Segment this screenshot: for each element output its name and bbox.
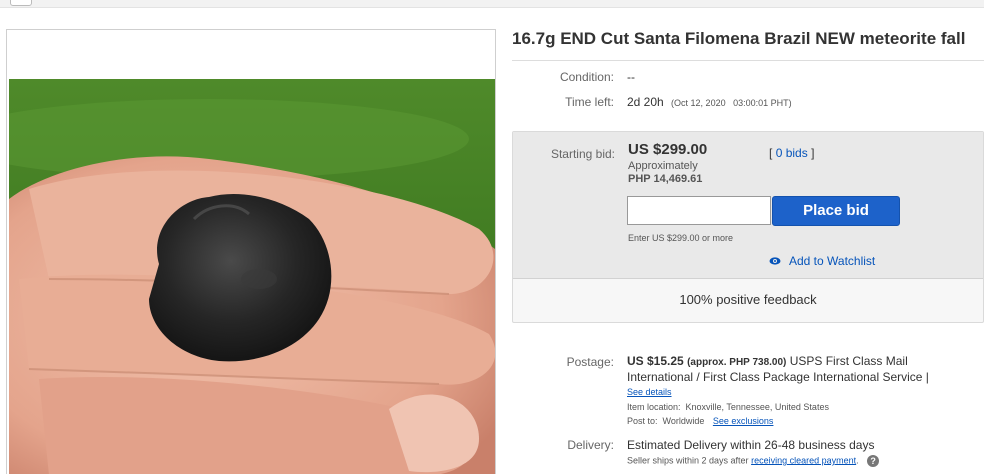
tab-stub bbox=[10, 0, 32, 6]
postage-approx: (approx. PHP 738.00) bbox=[687, 357, 787, 368]
post-to-row: Post to: Worldwide See exclusions bbox=[627, 414, 977, 428]
meteorite-in-hand-image bbox=[9, 79, 495, 474]
post-to: Post to: Worldwide bbox=[627, 416, 705, 426]
postage-details: US $15.25 (approx. PHP 738.00) USPS Firs… bbox=[627, 354, 977, 428]
delivery-value: Estimated Delivery within 26-48 business… bbox=[627, 438, 875, 452]
place-bid-button[interactable]: Place bid bbox=[772, 196, 900, 226]
time-left-row: 2d 20h (Oct 12, 2020 03:00:01 PHT) bbox=[627, 95, 792, 109]
time-left-label: Time left: bbox=[565, 95, 614, 109]
listing-title: 16.7g END Cut Santa Filomena Brazil NEW … bbox=[512, 29, 966, 48]
cleared-payment-link[interactable]: receiving cleared payment bbox=[751, 455, 856, 465]
condition-label: Condition: bbox=[559, 70, 614, 84]
service-line-2: International / First Class Package Inte… bbox=[627, 370, 929, 384]
help-icon[interactable]: ? bbox=[867, 455, 880, 467]
approx-php-price: PHP 14,469.61 bbox=[628, 173, 703, 185]
bid-box: Starting bid: US $299.00 Approximately P… bbox=[512, 131, 984, 323]
period: . bbox=[856, 455, 859, 466]
bid-box-top: Starting bid: US $299.00 Approximately P… bbox=[513, 132, 983, 279]
starting-bid-price: US $299.00 bbox=[628, 141, 708, 158]
see-details-link[interactable]: See details bbox=[627, 387, 672, 397]
see-exclusions-link[interactable]: See exclusions bbox=[713, 416, 774, 426]
eye-icon bbox=[769, 257, 781, 265]
bids-count: [ 0 bids ] bbox=[769, 146, 814, 160]
add-to-watchlist-link[interactable]: Add to Watchlist bbox=[769, 254, 875, 268]
watchlist-label: Add to Watchlist bbox=[789, 254, 876, 268]
delivery-label: Delivery: bbox=[567, 438, 614, 452]
bids-link[interactable]: 0 bids bbox=[776, 146, 808, 160]
top-strip bbox=[0, 0, 984, 8]
postage-line-1: US $15.25 (approx. PHP 738.00) USPS Firs… bbox=[627, 354, 977, 370]
time-left-value: 2d 20h bbox=[627, 95, 664, 109]
approx-label: Approximately bbox=[628, 160, 698, 172]
seller-feedback: 100% positive feedback bbox=[679, 292, 817, 307]
postage-label: Postage: bbox=[566, 355, 614, 369]
seller-ships-text: Seller ships within 2 days after bbox=[627, 455, 749, 466]
product-photo[interactable] bbox=[9, 79, 495, 474]
title-divider bbox=[512, 60, 984, 61]
bid-amount-input[interactable] bbox=[627, 196, 771, 225]
end-time: (Oct 12, 2020 03:00:01 PHT) bbox=[671, 98, 792, 108]
condition-value: -- bbox=[627, 70, 635, 84]
bids-bracket-open: [ bbox=[769, 146, 773, 160]
enter-bid-hint: Enter US $299.00 or more bbox=[628, 233, 734, 243]
bids-bracket-close: ] bbox=[811, 146, 815, 160]
seller-ships-row: Seller ships within 2 days after receivi… bbox=[627, 455, 977, 467]
starting-bid-label: Starting bid: bbox=[550, 147, 615, 161]
product-image-panel bbox=[6, 29, 496, 474]
delivery-details: Estimated Delivery within 26-48 business… bbox=[627, 438, 977, 467]
service-line-1: USPS First Class Mail bbox=[789, 354, 908, 368]
item-location: Item location: Knoxville, Tennessee, Uni… bbox=[627, 402, 829, 412]
postage-price: US $15.25 bbox=[627, 354, 684, 368]
